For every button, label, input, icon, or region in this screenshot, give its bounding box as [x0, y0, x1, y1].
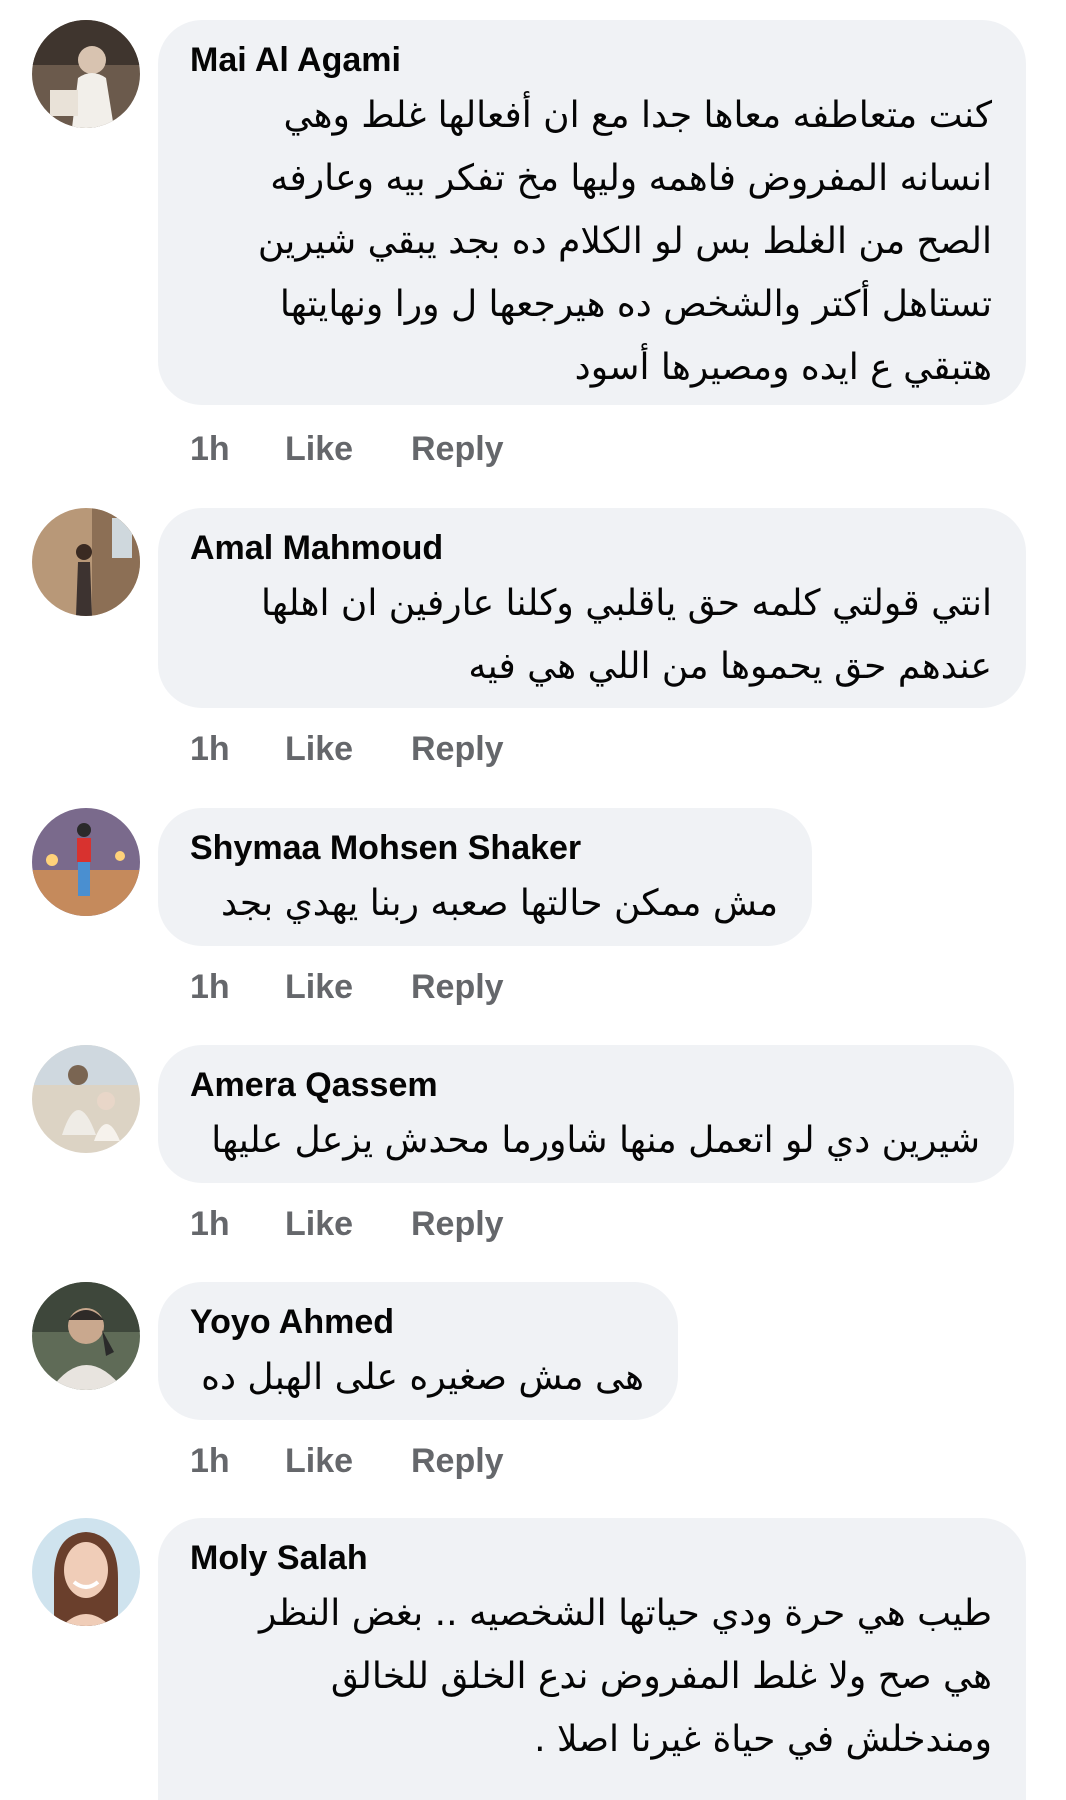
comment-text-line: هي صح ولا غلط المفروض ندع الخلق للخالق	[330, 1656, 992, 1697]
like-button[interactable]: Like	[285, 968, 411, 1007]
comment-actions: 1h Like Reply	[190, 968, 504, 1007]
like-button[interactable]: Like	[285, 430, 411, 469]
avatar[interactable]	[32, 1518, 140, 1626]
comment-author[interactable]: Shymaa Mohsen Shaker	[190, 828, 778, 868]
comment-bubble: Amera Qassem شيرين دي لو اتعمل منها شاور…	[158, 1045, 1014, 1183]
comment-bubble: Amal Mahmoud انتي قولتي كلمه حق ياقلبي و…	[158, 508, 1026, 708]
comment-bubble: Shymaa Mohsen Shaker مش ممكن حالتها صعبه…	[158, 808, 812, 946]
reply-button[interactable]: Reply	[411, 1205, 504, 1244]
comment-text-line: هى مش صغيره على الهبل ده	[201, 1357, 644, 1398]
avatar[interactable]	[32, 1282, 140, 1390]
avatar-photo-icon	[32, 1045, 140, 1153]
comment-text-line: انسانه المفروض فاهمه وليها مخ تفكر بيه و…	[270, 158, 992, 199]
like-button[interactable]: Like	[285, 1442, 411, 1481]
comment-time[interactable]: 1h	[190, 968, 285, 1007]
comment-actions: 1h Like Reply	[190, 430, 504, 469]
comment-text: مش ممكن حالتها صعبه ربنا يهدي بجد	[190, 872, 778, 935]
comment-time[interactable]: 1h	[190, 1442, 285, 1481]
comment-text: كنت متعاطفه معاها جدا مع ان أفعالها غلط …	[190, 84, 992, 399]
comment-author[interactable]: Mai Al Agami	[190, 40, 992, 80]
comment-actions: 1h Like Reply	[190, 1205, 504, 1244]
comment-time[interactable]: 1h	[190, 730, 285, 769]
comment-text-line: عندهم حق يحموها من اللي هي فيه	[468, 646, 992, 687]
avatar[interactable]	[32, 1045, 140, 1153]
comment-text-line: مش ممكن حالتها صعبه ربنا يهدي بجد	[220, 883, 778, 924]
comment-bubble: Moly Salah طيب هي حرة ودي حياتها الشخصيه…	[158, 1518, 1026, 1800]
comment-time[interactable]: 1h	[190, 1205, 285, 1244]
avatar-photo-icon	[32, 508, 140, 616]
avatar-photo-icon	[32, 1282, 140, 1390]
comment-text-line: شيرين دي لو اتعمل منها شاورما محدش يزعل …	[211, 1120, 980, 1161]
avatar-photo-icon	[32, 1518, 140, 1626]
comment-text: انتي قولتي كلمه حق ياقلبي وكلنا عارفين ا…	[190, 572, 992, 698]
comment-actions: 1h Like Reply	[190, 1442, 504, 1481]
comment-bubble: Mai Al Agami كنت متعاطفه معاها جدا مع ان…	[158, 20, 1026, 405]
comment-text: شيرين دي لو اتعمل منها شاورما محدش يزعل …	[190, 1109, 980, 1172]
reply-button[interactable]: Reply	[411, 1442, 504, 1481]
comment-text-line: انتي قولتي كلمه حق ياقلبي وكلنا عارفين ا…	[260, 583, 992, 624]
reply-button[interactable]: Reply	[411, 968, 504, 1007]
comment-author[interactable]: Yoyo Ahmed	[190, 1302, 644, 1342]
avatar[interactable]	[32, 20, 140, 128]
avatar[interactable]	[32, 508, 140, 616]
comment-text-line: طيب هي حرة ودي حياتها الشخصيه .. بغض الن…	[259, 1593, 992, 1634]
comment-author[interactable]: Amera Qassem	[190, 1065, 980, 1105]
reply-button[interactable]: Reply	[411, 430, 504, 469]
comment-text: طيب هي حرة ودي حياتها الشخصيه .. بغض الن…	[190, 1582, 992, 1771]
comment-author[interactable]: Moly Salah	[190, 1538, 992, 1578]
comment-actions: 1h Like Reply	[190, 730, 504, 769]
comment-bubble: Yoyo Ahmed هى مش صغيره على الهبل ده	[158, 1282, 678, 1420]
comment-time[interactable]: 1h	[190, 430, 285, 469]
avatar-photo-icon	[32, 20, 140, 128]
comment-text-line: الصح من الغلط بس لو الكلام ده بجد يبقي ش…	[257, 221, 992, 262]
comment-author[interactable]: Amal Mahmoud	[190, 528, 992, 568]
avatar[interactable]	[32, 808, 140, 916]
comment-text-line: هتبقي ع ايده ومصيرها أسود	[574, 347, 992, 388]
reply-button[interactable]: Reply	[411, 730, 504, 769]
avatar-photo-icon	[32, 808, 140, 916]
comment-text-line: ومندخلش في حياة غيرنا اصلا .	[534, 1719, 992, 1760]
comment-text: هى مش صغيره على الهبل ده	[190, 1346, 644, 1409]
comment-text-line: تستاهل أكتر والشخص ده هيرجعها ل ورا ونها…	[279, 284, 992, 325]
like-button[interactable]: Like	[285, 1205, 411, 1244]
like-button[interactable]: Like	[285, 730, 411, 769]
comment-text-line: كنت متعاطفه معاها جدا مع ان أفعالها غلط …	[283, 95, 992, 136]
